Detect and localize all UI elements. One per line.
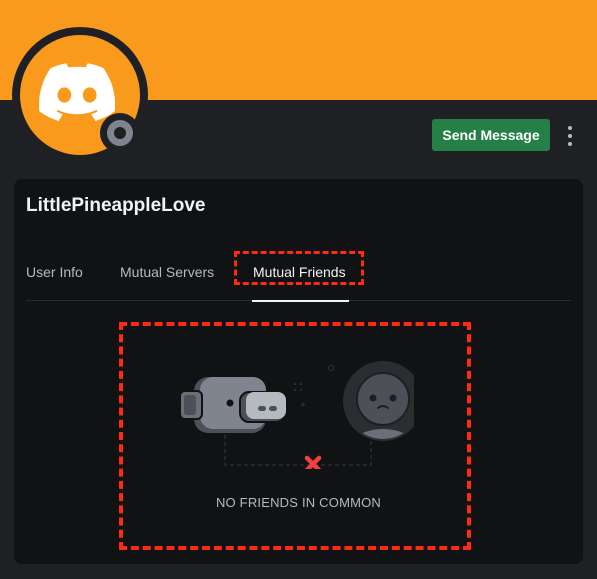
connector-line [224,435,372,466]
more-vertical-icon-dot [568,134,572,138]
profile-card: LittlePineappleLove User Info Mutual Ser… [14,179,583,564]
empty-state-text: NO FRIENDS IN COMMON [215,495,382,510]
send-message-button[interactable]: Send Message [432,119,550,151]
tab-mutual-friends[interactable]: Mutual Friends [252,257,349,302]
more-options-button[interactable] [562,124,578,148]
offline-status-icon [107,120,133,146]
robot-icon [179,377,286,433]
status-indicator [100,113,140,153]
discord-logo-icon [39,63,115,121]
user-profile-modal: Send Message LittlePineappleLove User In… [0,0,597,579]
username: LittlePineappleLove [26,195,206,216]
more-vertical-icon-dot [568,142,572,146]
sad-user-icon [343,361,414,441]
tab-user-info[interactable]: User Info [26,257,83,301]
profile-tabs: User Info Mutual Servers Mutual Friends [26,257,571,302]
more-vertical-icon [568,126,572,130]
no-mutual-friends-illustration [179,361,414,469]
sparkle-decoration [294,364,335,407]
tab-mutual-servers[interactable]: Mutual Servers [120,257,214,301]
red-x-icon [304,455,322,469]
